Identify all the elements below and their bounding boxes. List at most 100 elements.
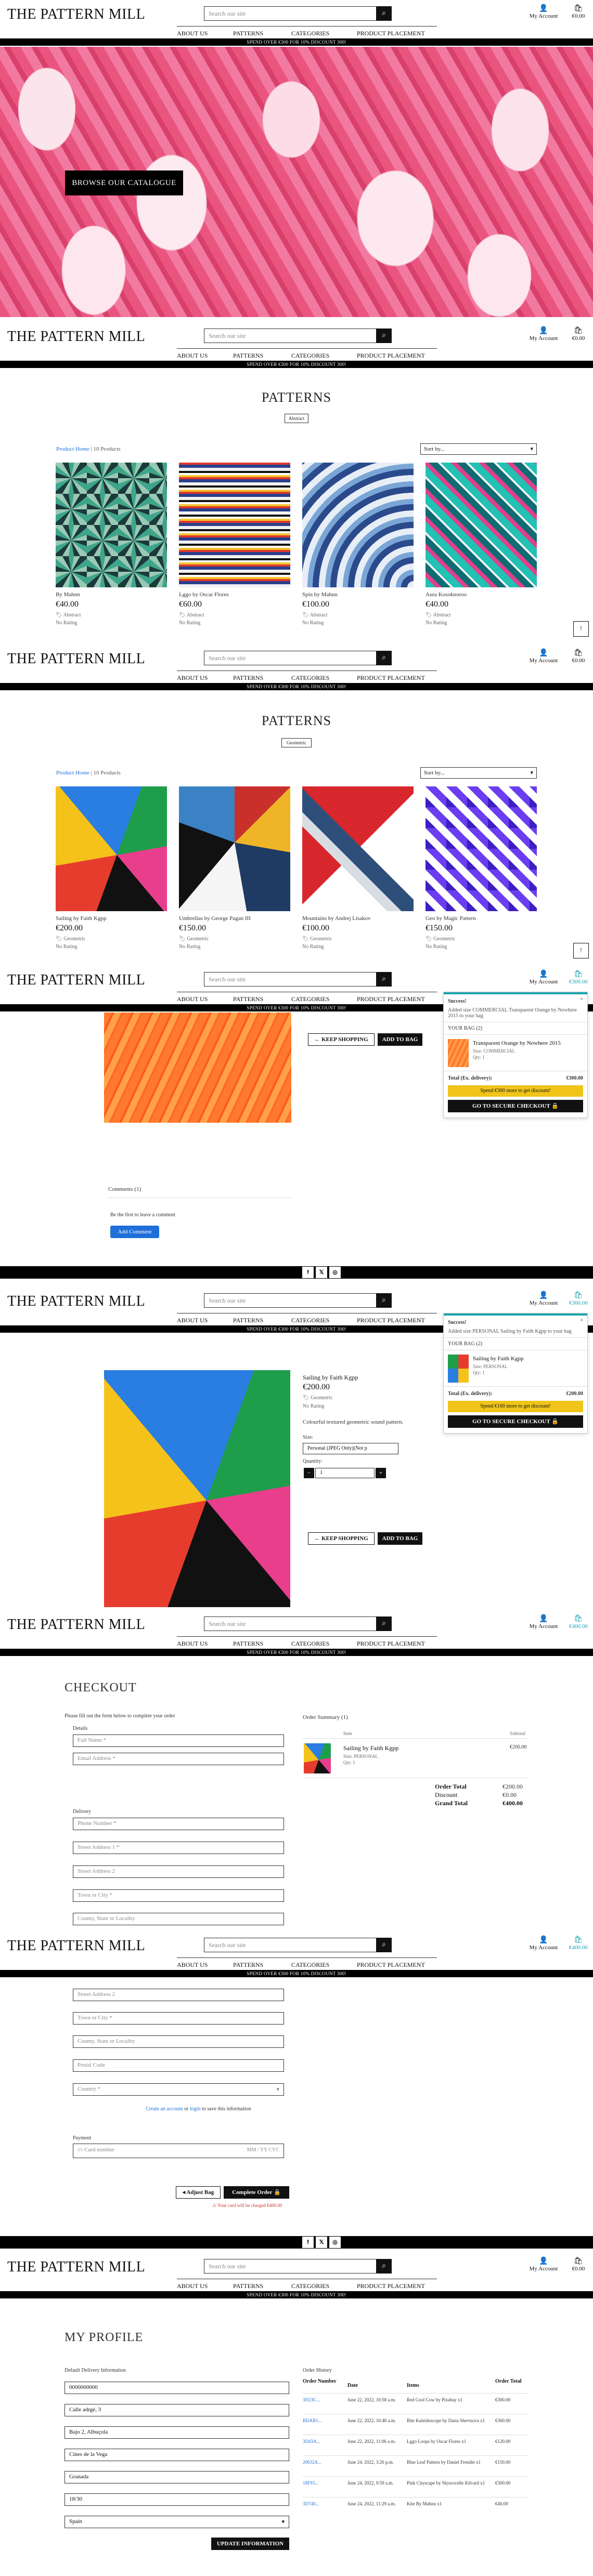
product-name[interactable]: Umbrellas by George Pagan III [179,915,290,922]
account-link[interactable]: 👤 My Account [525,1291,562,1306]
street-address-1-field[interactable]: Street Address 1 * [73,1842,284,1854]
email-field[interactable]: Email Address * [73,1753,284,1765]
order-number-link[interactable]: 20632A... [303,2459,342,2465]
nav-placement[interactable]: PRODUCT PLACEMENT [357,995,425,1003]
nav-categories[interactable]: CATEGORIES [291,352,329,360]
nav-about[interactable]: ABOUT US [177,1317,208,1324]
search-icon[interactable]: ⌕ [376,328,392,343]
adjust-bag-button[interactable]: ◂ Adjust Bag [176,2186,221,2199]
site-logo[interactable]: THE PATTERN MILL [7,2259,145,2276]
search-input[interactable]: Search our site ⌕ [204,972,392,987]
bag-link[interactable]: 🛍 €0.00 [568,649,589,664]
nav-patterns[interactable]: PATTERNS [233,352,263,360]
login-link[interactable]: login [190,2106,201,2112]
nav-patterns[interactable]: PATTERNS [233,2282,263,2290]
town-city-field[interactable]: Town or City * [73,2012,284,2025]
twitter-icon[interactable]: 𝕏 [316,1267,327,1278]
nav-about[interactable]: ABOUT US [177,1961,208,1969]
bag-link[interactable]: 🛍 €400.00 [568,1614,589,1629]
product-name[interactable]: Lggo by Oscar Flores [179,592,290,598]
country-select[interactable]: Spain ▾ [65,2516,289,2528]
decrement-button[interactable]: − [304,1468,314,1478]
product-name[interactable]: Sailing by Faith Kgpp [56,915,167,922]
search-icon[interactable]: ⌕ [376,1938,392,1952]
bag-link[interactable]: 🛍 €300.00 [568,1291,589,1306]
county-field[interactable]: County, State or Locality [73,1913,284,1925]
category-tag[interactable]: Abstract [285,414,308,423]
product-card[interactable]: Sailing by Faith Kgpp €200.00 🏷 Geometri… [56,786,167,950]
nav-categories[interactable]: CATEGORIES [291,995,329,1003]
nav-patterns[interactable]: PATTERNS [233,30,263,37]
create-account-link[interactable]: Create an account [146,2106,183,2112]
sort-select[interactable]: Sort by... [420,443,537,455]
account-link[interactable]: 👤 My Account [525,649,562,664]
nav-categories[interactable]: CATEGORIES [291,1640,329,1648]
search-input[interactable]: Search our site ⌕ [204,1938,392,1952]
close-icon[interactable]: × [580,996,583,1002]
nav-categories[interactable]: CATEGORIES [291,30,329,37]
product-category[interactable]: 🏷 Abstract [426,612,537,618]
size-select[interactable]: Personal (JPEG Only)(Not p [303,1443,398,1454]
bag-link[interactable]: 🛍 €0.00 [568,4,589,19]
town-city-field[interactable]: Town or City * [73,1889,284,1902]
product-category[interactable]: 🏷 Geometric [426,936,537,942]
nav-categories[interactable]: CATEGORIES [291,2282,329,2290]
close-icon[interactable]: × [580,1318,583,1323]
browse-catalogue-button[interactable]: BROWSE OUR CATALOGUE [65,170,183,195]
order-number-link[interactable]: 18F93... [303,2480,342,2486]
nav-placement[interactable]: PRODUCT PLACEMENT [357,674,425,682]
order-number-link[interactable]: 3D43A... [303,2438,342,2444]
site-logo[interactable]: THE PATTERN MILL [7,6,145,23]
account-link[interactable]: 👤 My Account [525,2257,562,2272]
nav-placement[interactable]: PRODUCT PLACEMENT [357,1640,425,1648]
complete-order-button[interactable]: Complete Order 🔒 [224,2186,289,2199]
product-card[interactable]: Spin by Mahnn €100.00 🏷 Abstract No Rati… [302,463,414,626]
product-image[interactable] [56,786,167,911]
account-link[interactable]: 👤 My Account [525,326,562,341]
bag-link[interactable]: 🛍 €300.00 [568,970,589,985]
product-category[interactable]: 🏷 Geometric [56,936,167,942]
product-home-link[interactable]: Product Home [56,770,89,776]
nav-categories[interactable]: CATEGORIES [291,1317,329,1324]
product-image[interactable] [179,463,290,587]
product-category[interactable]: 🏷 Geometric [179,936,290,942]
product-card[interactable]: Mountains by Andrej Lisakov €100.00 🏷 Ge… [302,786,414,950]
search-icon[interactable]: ⌕ [376,1293,392,1308]
search-input[interactable]: Search our site ⌕ [204,6,392,21]
back-to-top-button[interactable]: ↑ [573,621,589,637]
product-image[interactable] [179,786,290,911]
nav-about[interactable]: ABOUT US [177,30,208,37]
country-select[interactable]: Country * ▾ [73,2083,284,2096]
county-field[interactable]: Granada [65,2471,289,2483]
keep-shopping-button[interactable]: ← KEEP SHOPPING [308,1033,375,1046]
account-link[interactable]: 👤 My Account [525,970,562,985]
search-icon[interactable]: ⌕ [376,651,392,665]
category-tag[interactable]: Geometric [281,738,312,747]
product-card[interactable]: Umbrellas by George Pagan III €150.00 🏷 … [179,786,290,950]
search-icon[interactable]: ⌕ [376,1616,392,1631]
update-information-button[interactable]: UPDATE INFORMATION [211,2538,289,2550]
search-input[interactable]: Search our site ⌕ [204,2259,392,2273]
instagram-icon[interactable]: ◎ [329,1267,341,1278]
search-icon[interactable]: ⌕ [376,972,392,987]
product-category[interactable]: 🏷 Abstract [56,612,167,618]
site-logo[interactable]: THE PATTERN MILL [7,1293,145,1310]
nav-about[interactable]: ABOUT US [177,1640,208,1648]
nav-about[interactable]: ABOUT US [177,352,208,360]
search-input[interactable]: Search our site ⌕ [204,1293,392,1308]
nav-placement[interactable]: PRODUCT PLACEMENT [357,2282,425,2290]
postal-code-field[interactable]: Postal Code [73,2059,284,2072]
back-to-top-button[interactable]: ↑ [573,943,589,958]
full-name-field[interactable]: Full Name * [73,1734,284,1747]
product-home-link[interactable]: Product Home [56,446,89,452]
quantity-input[interactable]: 1 [315,1468,375,1478]
add-to-bag-button[interactable]: ADD TO BAG [378,1532,422,1545]
product-category[interactable]: 🏷 Abstract [302,612,414,618]
nav-categories[interactable]: CATEGORIES [291,674,329,682]
product-name[interactable]: By Mahnn [56,592,167,598]
search-input[interactable]: Search our site ⌕ [204,1616,392,1631]
search-icon[interactable]: ⌕ [376,6,392,21]
street-address-2-field[interactable]: Bajo 2, Albuçola [65,2426,289,2439]
twitter-icon[interactable]: 𝕏 [316,2237,327,2248]
product-card[interactable]: Aura Kosoknoroo €40.00 🏷 Abstract No Rat… [426,463,537,626]
